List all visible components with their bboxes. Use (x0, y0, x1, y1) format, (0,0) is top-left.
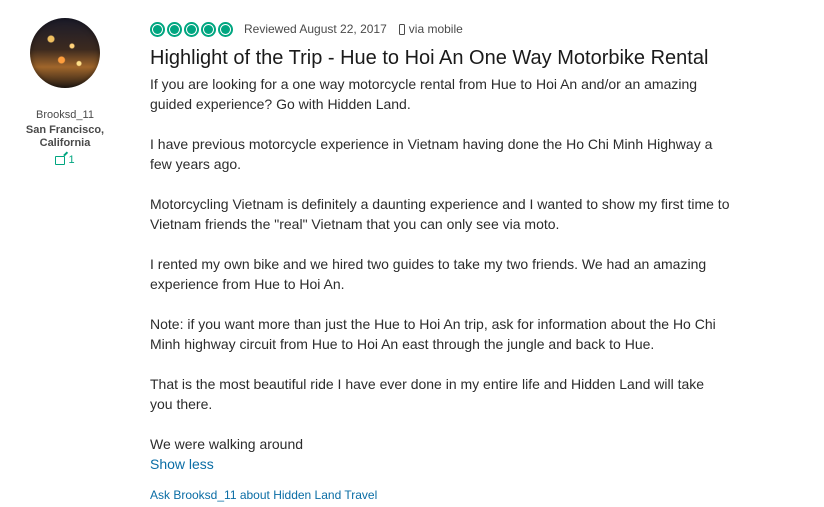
mobile-phone-icon (398, 23, 405, 35)
review-paragraph: I rented my own bike and we hired two gu… (150, 256, 707, 292)
review-body: If you are looking for a one way motorcy… (150, 74, 730, 454)
rating-bubbles (150, 21, 233, 37)
ask-reviewer-link[interactable]: Ask Brooksd_11 about Hidden Land Travel (150, 488, 730, 502)
review-paragraph: Motorcycling Vietnam is definitely a dau… (150, 196, 730, 232)
review-title[interactable]: Highlight of the Trip - Hue to Hoi An On… (150, 46, 730, 70)
contribution-count-value: 1 (68, 154, 75, 166)
review-paragraph: We were walking around (150, 436, 304, 452)
location-line-1: San Francisco, (25, 124, 105, 136)
review-paragraph: If you are looking for a one way motorcy… (150, 76, 698, 112)
review-date: Reviewed August 22, 2017 (244, 22, 387, 36)
review-count-icon (55, 155, 66, 165)
member-location: San Francisco, California (14, 124, 116, 150)
avatar[interactable] (30, 18, 100, 88)
review-paragraph: I have previous motorcycle experience in… (150, 136, 713, 172)
rating-bubble-icon (218, 21, 233, 37)
review-paragraph: That is the most beautiful ride I have e… (150, 376, 705, 412)
review-paragraph: Note: if you want more than just the Hue… (150, 316, 716, 352)
member-info: Brooksd_11 San Francisco, California 1 (14, 14, 116, 166)
username[interactable]: Brooksd_11 (14, 109, 116, 121)
via-mobile: via mobile (408, 22, 463, 36)
review-meta: Reviewed August 22, 2017 via mobile (150, 18, 730, 40)
rating-bubble-icon (184, 21, 199, 37)
rating-bubble-icon (167, 21, 182, 37)
contribution-count[interactable]: 1 (14, 154, 116, 166)
review-container: Reviewed August 22, 2017 via mobile High… (150, 18, 730, 502)
show-less-link[interactable]: Show less (150, 454, 730, 474)
rating-bubble-icon (201, 21, 216, 37)
rating-bubble-icon (150, 21, 165, 37)
location-line-2: California (39, 137, 91, 149)
